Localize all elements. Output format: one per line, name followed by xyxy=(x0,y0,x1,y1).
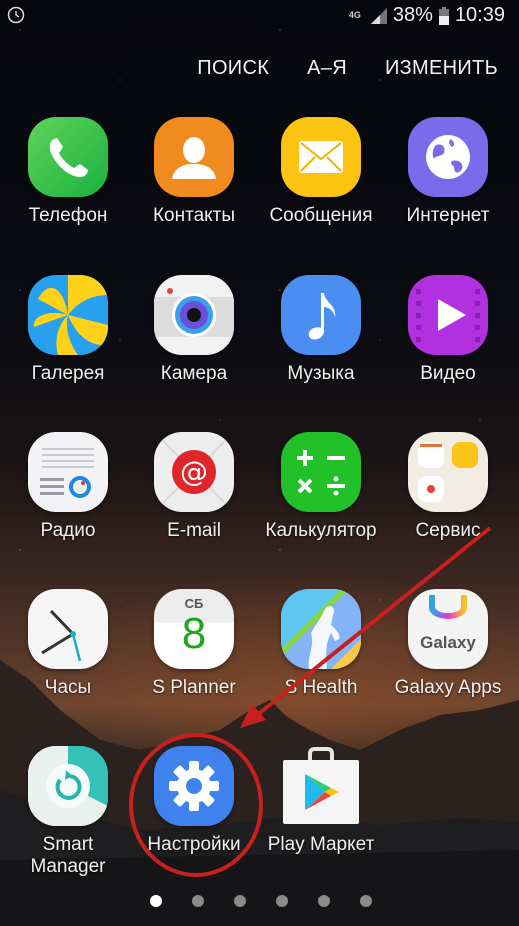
app-clock[interactable]: Часы xyxy=(5,589,131,699)
app-phone[interactable]: Телефон xyxy=(5,117,131,227)
video-icon xyxy=(408,275,488,355)
galaxy-icon-text: Galaxy xyxy=(420,633,476,652)
app-label: Музыка xyxy=(287,363,355,384)
settings-icon xyxy=(154,746,234,826)
page-dot-6[interactable] xyxy=(359,895,372,907)
app-galaxy-apps[interactable]: Galaxy Galaxy Apps xyxy=(385,589,511,699)
calendar-icon: СБ 8 xyxy=(154,589,234,669)
contacts-icon xyxy=(154,117,234,197)
page-dot-5[interactable] xyxy=(317,895,330,907)
app-folder-service[interactable]: Сервис xyxy=(385,432,511,542)
app-settings[interactable]: Настройки xyxy=(131,746,257,856)
app-label: Калькулятор xyxy=(265,520,377,541)
play-store-icon xyxy=(281,746,361,826)
page-indicator xyxy=(0,895,519,907)
app-contacts[interactable]: Контакты xyxy=(131,117,257,227)
gallery-icon xyxy=(28,275,108,355)
app-label: Камера xyxy=(160,363,228,384)
app-label: Радио xyxy=(40,520,96,541)
app-music[interactable]: Музыка xyxy=(258,275,384,385)
calculator-icon xyxy=(281,432,361,512)
app-label: Видео xyxy=(420,363,476,384)
page-dot-2[interactable] xyxy=(191,895,204,907)
app-label: E-mail xyxy=(167,520,221,541)
app-s-planner[interactable]: СБ 8 S Planner xyxy=(131,589,257,699)
app-internet[interactable]: Интернет xyxy=(385,117,511,227)
app-label: Сообщения xyxy=(269,205,373,226)
app-label: Часы xyxy=(44,677,92,698)
radio-icon xyxy=(28,432,108,512)
health-icon xyxy=(281,589,361,669)
app-grid: Телефон Контакты Сообщения Интернет Гале… xyxy=(0,0,519,926)
music-icon xyxy=(281,275,361,355)
app-label: S Planner xyxy=(152,677,236,698)
app-label: Сервис xyxy=(415,520,481,541)
app-s-health[interactable]: S Health xyxy=(258,589,384,699)
galaxy-apps-icon: Galaxy xyxy=(408,589,488,669)
app-label: Play Маркет xyxy=(267,834,375,855)
app-label-line1: Smart xyxy=(42,834,94,855)
app-label: Настройки xyxy=(147,834,241,855)
app-label: Galaxy Apps xyxy=(394,677,502,698)
app-label: S Health xyxy=(284,677,358,698)
folder-icon xyxy=(408,432,488,512)
app-label: Галерея xyxy=(31,363,105,384)
clock-icon xyxy=(28,589,108,669)
app-smart-manager[interactable]: Smart Manager xyxy=(5,746,131,878)
app-label: Контакты xyxy=(152,205,236,226)
app-label: Телефон xyxy=(28,205,108,226)
internet-icon xyxy=(408,117,488,197)
page-dot-1[interactable] xyxy=(149,895,162,907)
app-camera[interactable]: Камера xyxy=(131,275,257,385)
app-email[interactable]: @ E-mail xyxy=(131,432,257,542)
app-label: Интернет xyxy=(406,205,490,226)
smart-manager-icon xyxy=(28,746,108,826)
app-gallery[interactable]: Галерея xyxy=(5,275,131,385)
app-label: Smart Manager xyxy=(5,834,131,878)
calendar-date: 8 xyxy=(181,609,207,658)
app-messages[interactable]: Сообщения xyxy=(258,117,384,227)
app-radio[interactable]: Радио xyxy=(5,432,131,542)
app-calculator[interactable]: Калькулятор xyxy=(258,432,384,542)
email-icon: @ xyxy=(154,432,234,512)
svg-text:@: @ xyxy=(180,455,208,488)
page-dot-3[interactable] xyxy=(233,895,246,907)
phone-icon xyxy=(28,117,108,197)
app-play-store[interactable]: Play Маркет xyxy=(258,746,384,856)
app-label-line2: Manager xyxy=(30,856,106,877)
camera-icon xyxy=(154,275,234,355)
app-video[interactable]: Видео xyxy=(385,275,511,385)
messages-icon xyxy=(281,117,361,197)
page-dot-4[interactable] xyxy=(275,895,288,907)
